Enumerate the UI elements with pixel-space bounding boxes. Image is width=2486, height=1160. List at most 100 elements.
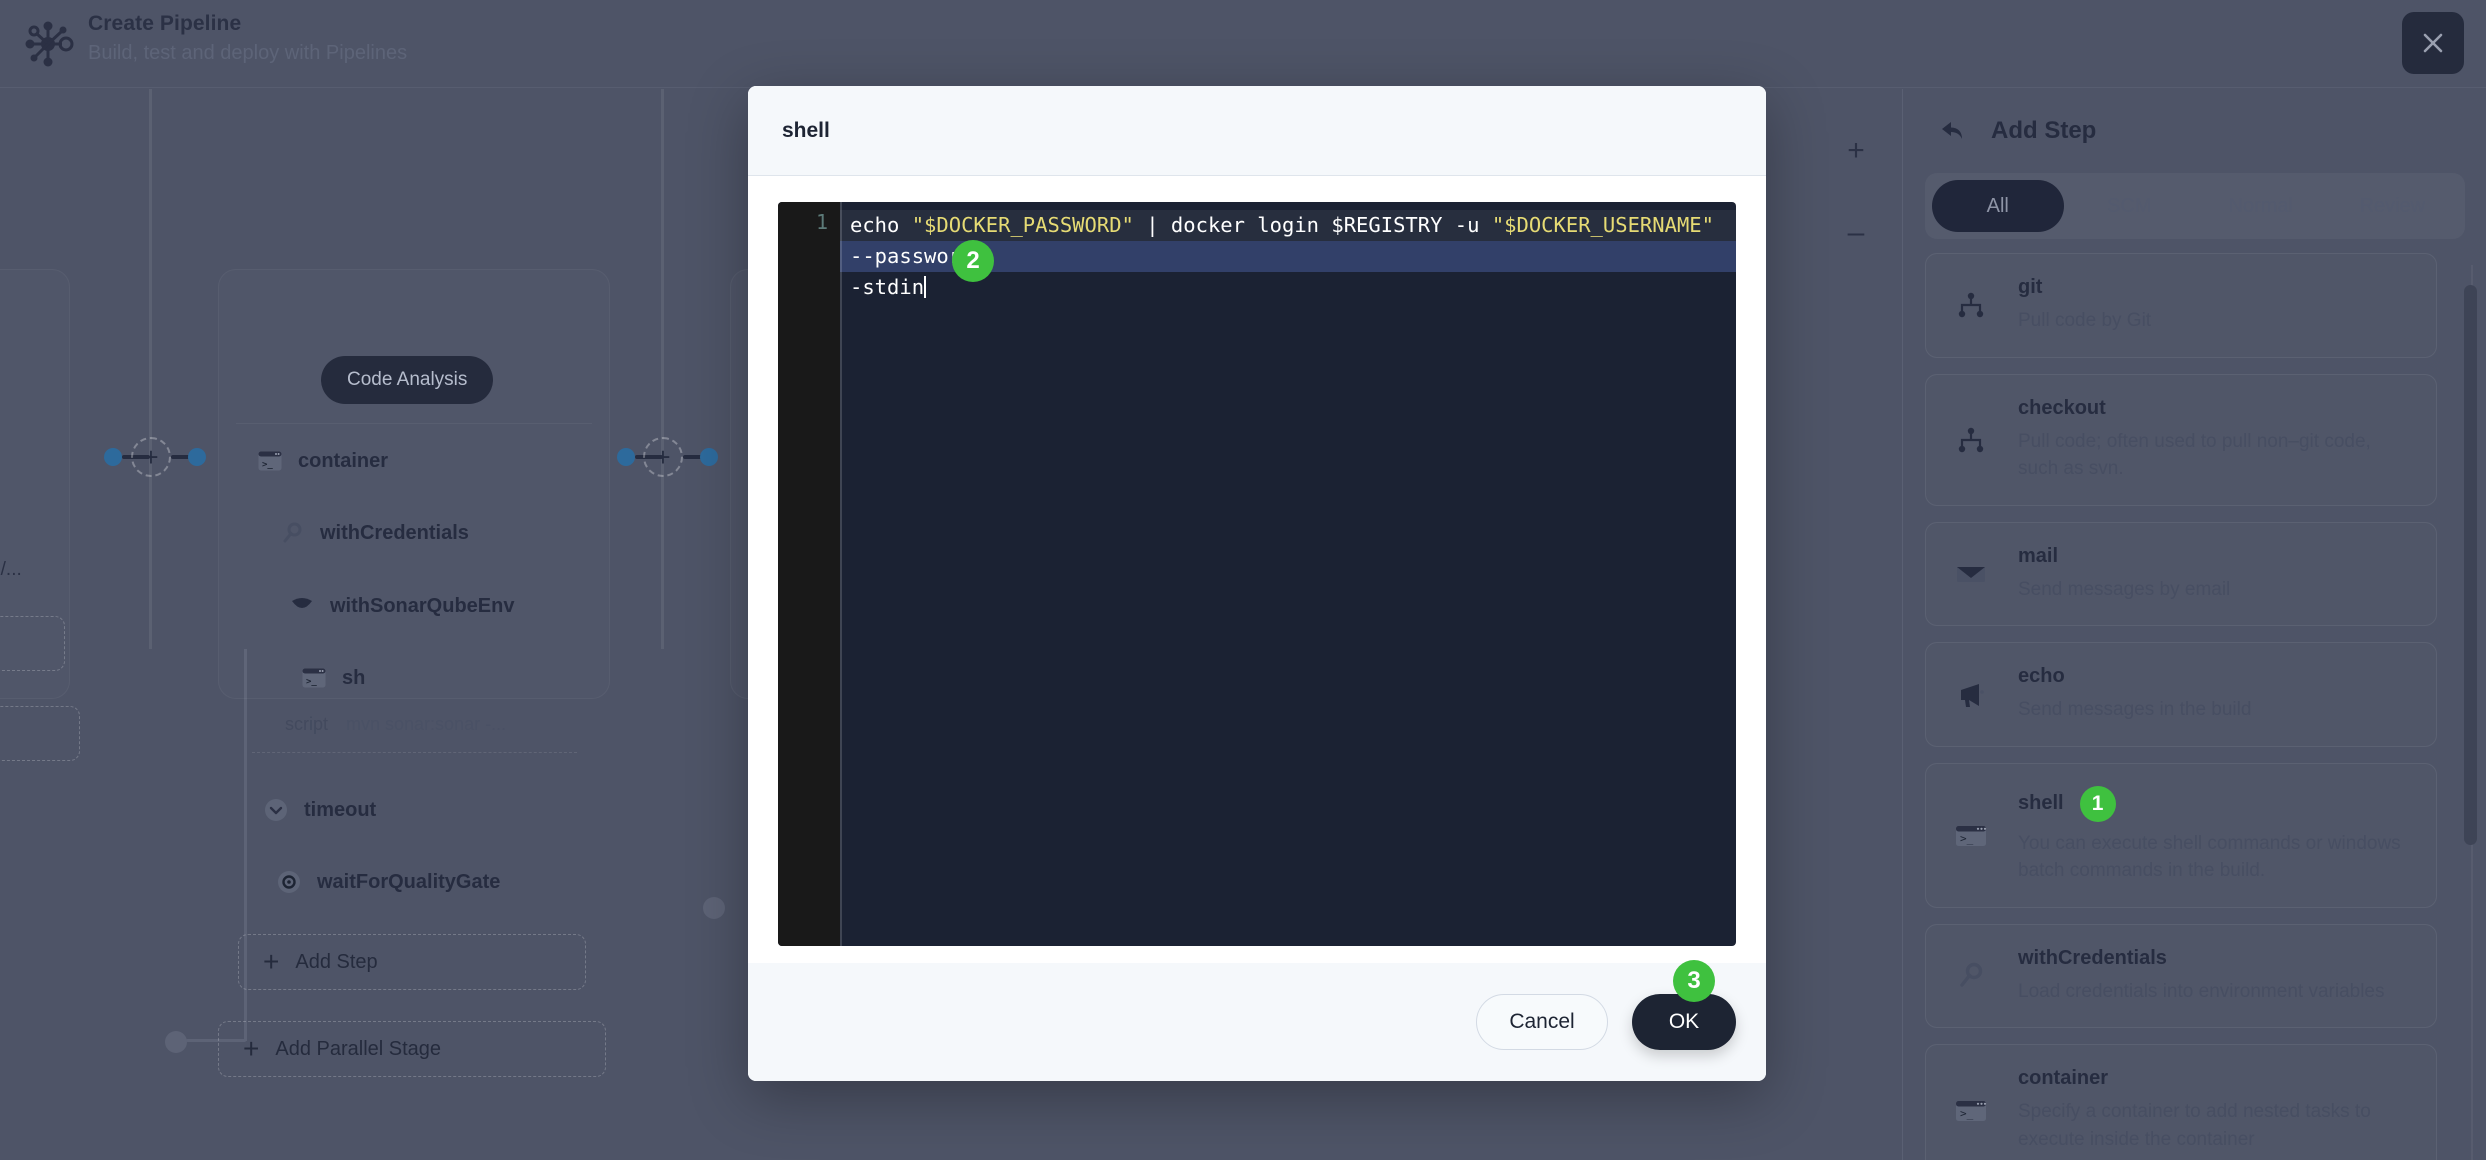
node-label: container — [298, 449, 389, 472]
svg-text:>_: >_ — [1960, 832, 1974, 845]
previous-add-step-button[interactable] — [0, 616, 65, 671]
git-branch-icon — [1948, 282, 1994, 328]
connector-add-left[interactable]: + — [131, 437, 171, 477]
add-step-label: Add Step — [295, 950, 378, 973]
close-icon — [2423, 33, 2443, 53]
canvas-zoom-controls[interactable]: + – — [1834, 129, 1878, 293]
annotation-badge-3: 3 — [1673, 960, 1715, 1002]
editor-gutter: 1 — [778, 202, 840, 946]
code-seg-pipe-docker: | docker login $REGISTRY -u — [1133, 213, 1492, 237]
add-parallel-stage-label: Add Parallel Stage — [275, 1037, 442, 1060]
step-name: mail — [2018, 544, 2059, 567]
step-name: checkout — [2018, 396, 2106, 419]
step-description: Send messages by email — [2018, 578, 2231, 600]
code-seg-username-var: "$DOCKER_USERNAME" — [1491, 213, 1714, 237]
previous-add-parallel-stage-button[interactable] — [0, 706, 80, 761]
sidebar-tabs[interactable]: All SCM Normal Review — [1925, 173, 2465, 239]
key-icon — [278, 519, 306, 547]
cancel-button[interactable]: Cancel — [1476, 994, 1608, 1050]
node-withsonarqubeenv[interactable]: withSonarQubeEnv — [288, 592, 514, 620]
node-label: sh — [342, 666, 366, 689]
node-label: withCredentials — [320, 521, 469, 544]
step-list[interactable]: git Pull code by Git checkout Pull code;… — [1925, 253, 2473, 1160]
text-cursor — [924, 276, 927, 298]
step-name: echo — [2018, 665, 2065, 688]
mail-icon — [1948, 551, 1994, 597]
step-card-withcredentials[interactable]: withCredentials Load credentials into en… — [1925, 923, 2437, 1029]
connector-dot-next-stage — [703, 897, 725, 919]
tab-all[interactable]: All — [1932, 180, 2064, 232]
line-number: 1 — [815, 210, 828, 234]
shell-step-dialog[interactable]: shell 1 echo "$DOCKER_PASSWORD" | docker… — [748, 86, 1766, 1081]
dialog-title: shell — [782, 118, 830, 142]
git-branch-icon — [1948, 417, 1994, 463]
zoom-in-button[interactable]: + — [1834, 129, 1878, 173]
tab-normal[interactable]: Normal — [2195, 180, 2327, 232]
step-name: shell 1 — [2018, 785, 2416, 822]
terminal-icon: >_ — [1948, 1087, 1994, 1133]
stage-group-code-analysis[interactable] — [218, 269, 610, 699]
sidebar-scrollbar-thumb[interactable] — [2464, 285, 2477, 845]
app-root: Create Pipeline Build, test and deploy w… — [0, 0, 2486, 1160]
step-card-checkout[interactable]: checkout Pull code; often used to pull n… — [1925, 373, 2437, 506]
connector-dot-left-out — [188, 448, 206, 466]
node-withcredentials[interactable]: withCredentials — [278, 519, 469, 547]
connector-dot-right-out — [700, 448, 718, 466]
add-step-sidebar[interactable]: Add Step All SCM Normal Review git Pull … — [1902, 89, 2486, 1160]
step-description: Pull code; often used to pull non–git co… — [2018, 430, 2371, 480]
page-title: Create Pipeline — [88, 12, 242, 35]
megaphone-icon — [1948, 671, 1994, 717]
node-sh-divider — [252, 752, 577, 753]
plus-icon: + — [243, 1033, 260, 1064]
node-waitforqualitygate[interactable]: waitForQualityGate — [275, 868, 500, 896]
terminal-icon: >_ — [300, 664, 328, 692]
step-card-git[interactable]: git Pull code by Git — [1925, 253, 2437, 358]
ok-button[interactable]: OK — [1632, 994, 1736, 1050]
node-sh[interactable]: >_ sh — [300, 664, 365, 692]
node-timeout[interactable]: timeout — [262, 796, 376, 824]
dialog-header: shell — [748, 86, 1766, 176]
code-editor[interactable]: 1 echo "$DOCKER_PASSWORD" | docker login… — [778, 202, 1736, 946]
zoom-out-button[interactable]: – — [1834, 211, 1878, 255]
editor-content[interactable]: echo "$DOCKER_PASSWORD" | docker login $… — [840, 202, 1736, 946]
node-sh-script-row: script mvn sonar:sonar -... — [285, 714, 506, 735]
sonarqube-icon — [288, 592, 316, 620]
step-card-shell[interactable]: >_ shell 1 You can execute shell command… — [1925, 762, 2437, 908]
step-name: container — [2018, 1067, 2109, 1090]
sidebar-header: Add Step — [1903, 89, 2486, 173]
dialog-footer: Cancel OK — [748, 963, 1766, 1081]
clock-icon — [262, 796, 290, 824]
tab-scm[interactable]: SCM — [2064, 180, 2196, 232]
stage-chip-code-analysis[interactable]: Code Analysis — [321, 356, 494, 404]
step-card-mail[interactable]: mail Send messages by email — [1925, 521, 2437, 627]
node-label: withSonarQubeEnv — [330, 594, 515, 617]
code-seg-password-var: "$DOCKER_PASSWORD" — [911, 213, 1134, 237]
canvas-spine-right — [661, 89, 664, 649]
step-card-container[interactable]: >_ container Specify a container to add … — [1925, 1044, 2437, 1160]
step-name: withCredentials — [2018, 946, 2167, 969]
canvas-spine-left — [149, 89, 152, 649]
annotation-badge-1: 1 — [2079, 785, 2116, 822]
connector-add-right[interactable]: + — [643, 437, 683, 477]
previous-stage-truncated-text: r`/... — [0, 559, 22, 580]
dialog-body: 1 echo "$DOCKER_PASSWORD" | docker login… — [748, 176, 1766, 963]
step-description: Pull code by Git — [2018, 310, 2152, 331]
app-header: Create Pipeline Build, test and deploy w… — [0, 0, 2486, 88]
add-step-button[interactable]: + Add Step — [238, 934, 586, 990]
terminal-icon: >_ — [256, 447, 284, 475]
tab-review[interactable]: Review — [2327, 180, 2459, 232]
svg-text:>_: >_ — [262, 460, 273, 470]
step-description: You can execute shell commands or window… — [2018, 832, 2401, 882]
target-icon — [275, 868, 303, 896]
node-label: waitForQualityGate — [317, 870, 501, 893]
node-container[interactable]: >_ container — [256, 447, 388, 475]
close-button[interactable] — [2402, 12, 2464, 74]
add-parallel-stage-button[interactable]: + Add Parallel Stage — [218, 1021, 606, 1077]
pipeline-network-icon — [22, 18, 74, 70]
step-description: Specify a container to add nested tasks … — [2018, 1101, 2371, 1150]
connector-dot-right-in — [617, 448, 635, 466]
step-card-echo[interactable]: echo Send messages in the build — [1925, 642, 2437, 747]
step-description: Load credentials into environment variab… — [2018, 980, 2385, 1002]
terminal-icon: >_ — [1948, 812, 1994, 858]
back-arrow-icon[interactable] — [1935, 114, 1969, 148]
